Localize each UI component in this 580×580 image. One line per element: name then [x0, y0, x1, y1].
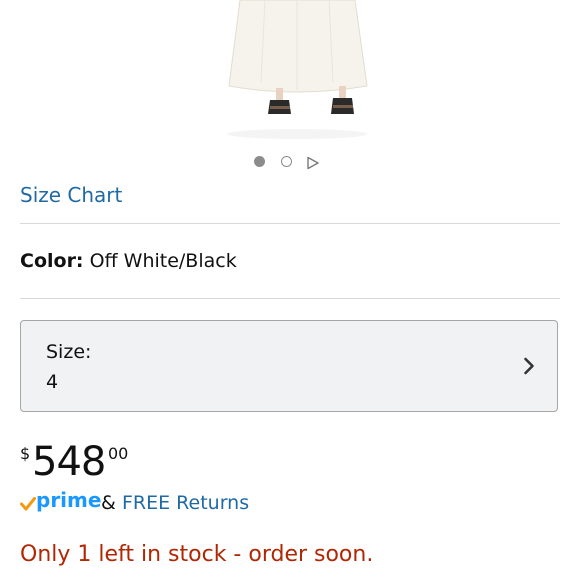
size-value: 4: [46, 371, 59, 393]
color-label: Color:: [20, 250, 84, 272]
free-returns-link[interactable]: FREE Returns: [122, 492, 249, 514]
prime-logo: prime: [36, 488, 102, 512]
product-image[interactable]: [225, 0, 370, 142]
stock-warning: Only 1 left in stock - order soon.: [20, 542, 374, 567]
size-label: Size:: [46, 341, 92, 363]
price-currency: $: [20, 444, 31, 463]
carousel-dot[interactable]: [281, 156, 292, 167]
ampersand: &: [101, 492, 116, 514]
size-chart-link[interactable]: Size Chart: [20, 183, 122, 207]
product-photo: [225, 0, 370, 142]
image-carousel-indicators: [252, 154, 332, 174]
prime-shipping-row: prime & FREE Returns: [20, 488, 420, 518]
play-icon[interactable]: [306, 155, 320, 174]
color-value: Off White/Black: [89, 250, 237, 272]
divider: [20, 298, 560, 299]
price-whole: 548: [32, 439, 106, 485]
color-row: Color: Off White/Black: [20, 250, 237, 272]
carousel-dot-active[interactable]: [254, 156, 265, 167]
chevron-right-icon: [523, 357, 535, 379]
prime-check-icon: [20, 496, 36, 515]
size-selector[interactable]: Size: 4: [20, 320, 558, 412]
price-fraction: 00: [108, 444, 129, 463]
divider: [20, 223, 560, 224]
